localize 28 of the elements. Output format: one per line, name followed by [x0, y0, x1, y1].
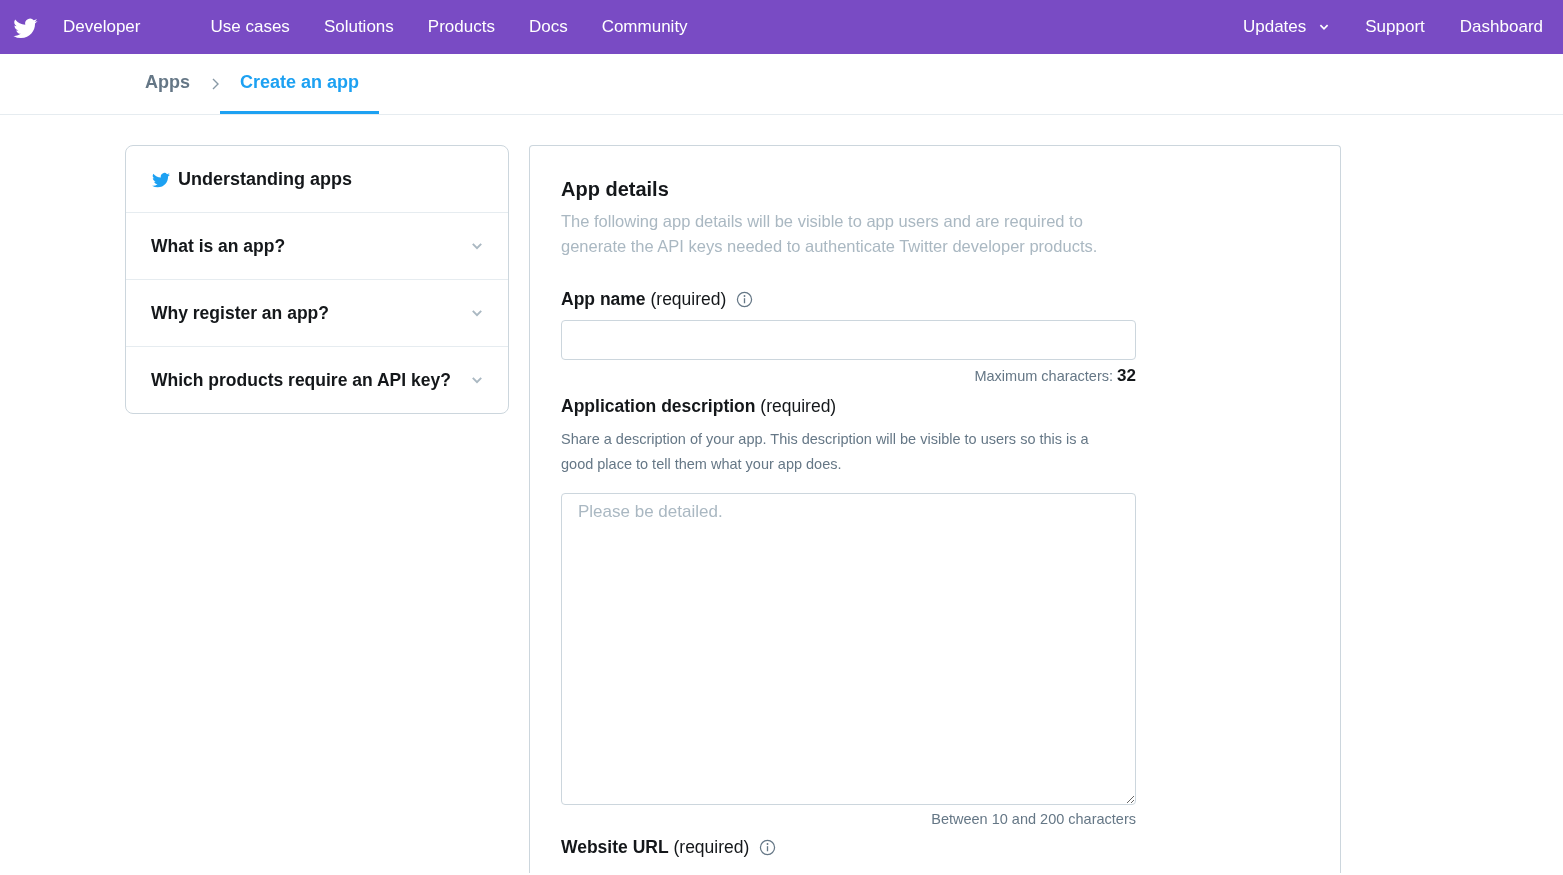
nav-link[interactable]: Community	[601, 17, 688, 37]
info-icon[interactable]	[759, 839, 777, 856]
info-icon[interactable]	[736, 291, 754, 308]
section-title: App details	[561, 178, 670, 201]
chevron-right-icon	[210, 77, 220, 91]
field-hint: Between 10 and 200 characters	[931, 811, 1136, 827]
intro-text: The following app details will be visible to app users and are required to generate the API keys needed to authenticate Twitter developer products.	[561, 211, 1099, 257]
brand-link[interactable]: Developer	[63, 17, 141, 37]
field-label: Application description (required)	[561, 396, 837, 417]
nav-link[interactable]: Solutions	[323, 17, 394, 37]
nav-link[interactable]: Support	[1365, 17, 1425, 37]
field-label: Website URL (required)	[561, 837, 750, 858]
sidebar-title: Understanding apps	[178, 168, 352, 190]
faq-item[interactable]: Which products require an API key?	[126, 347, 508, 413]
field-description: Share a description of your app. This description will be visible to users so this is a good place to tell them what your app does.	[561, 430, 1090, 474]
bird-icon	[151, 170, 171, 188]
nav-link[interactable]: Updates	[1242, 17, 1331, 37]
breadcrumb-link[interactable]: Apps	[125, 54, 210, 114]
description-field[interactable]: Please be detailed.	[561, 493, 1136, 805]
faq-item[interactable]: Why register an app?	[126, 280, 508, 347]
nav-link[interactable]: Dashboard	[1459, 17, 1543, 37]
nav-link[interactable]: Products	[427, 17, 495, 37]
nav-link[interactable]: Docs	[528, 17, 568, 37]
app-name-field[interactable]	[561, 320, 1136, 360]
nav-link[interactable]: Use cases	[210, 17, 290, 37]
field-hint: Maximum characters: 32	[974, 368, 1136, 384]
faq-item[interactable]: What is an app?	[126, 213, 508, 280]
field-label: App name (required)	[561, 289, 727, 310]
